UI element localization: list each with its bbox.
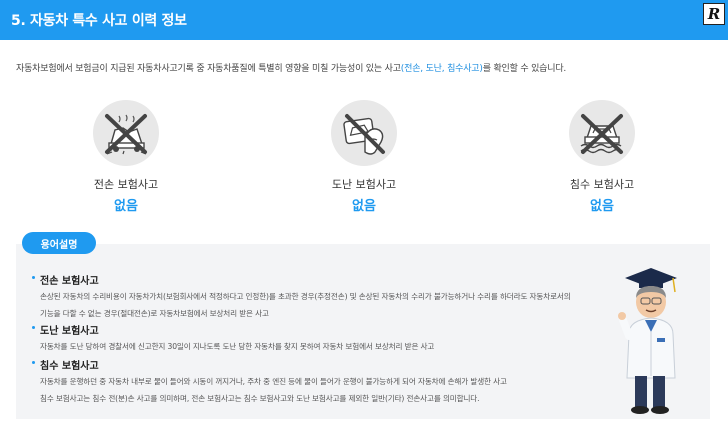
accident-name: 도난 보험사고 (331, 178, 397, 191)
term-desc-line1: 자동차를 도난 당하여 경찰서에 신고한지 30일이 지나도록 도난 당한 자동… (40, 342, 435, 351)
accident-value: 없음 (352, 199, 376, 214)
accident-name: 침수 보험사고 (569, 178, 635, 191)
accident-name: 전손 보험사고 (93, 178, 159, 191)
intro-before: 자동차보험에서 보험금이 지급된 자동차사고기록 중 자동차품질에 특별히 영향… (16, 64, 401, 74)
term-desc-line2: 기능을 다할 수 없는 경우(절대전손)로 자동차보험에서 보상처리 받은 사고 (40, 309, 269, 318)
brand-logo: R (703, 3, 725, 25)
flooded-car-icon (580, 114, 623, 154)
accident-total-loss: 전손 보험사고 없음 (41, 100, 211, 214)
accident-icon-circle (569, 100, 635, 166)
theft-hand-car-icon (343, 114, 385, 155)
intro-highlight: (전손, 도난, 침수사고) (400, 64, 483, 74)
accident-icon-circle (331, 100, 397, 166)
term-desc-line2: 침수 보험사고는 침수 전(분)손 사고를 의미하며, 전손 보험사고는 침수 … (40, 394, 480, 403)
glossary-tag: 용어설명 (22, 232, 96, 254)
intro-after: 를 확인할 수 있습니다. (482, 64, 567, 74)
term-title: 전손 보험사고 (32, 272, 571, 287)
term-desc-line1: 손상된 자동차의 수리비용이 자동차가치(보험회사에서 적정하다고 인정한)를 … (40, 292, 571, 301)
section-header: 5. 자동차 특수 사고 이력 정보 R (0, 0, 728, 40)
doctor-character-illustration (618, 268, 677, 414)
glossary-term: 침수 보험사고 자동차를 운행하던 중 자동차 내부로 물이 들어와 시동이 꺼… (32, 357, 507, 406)
accident-icon-circle (93, 100, 159, 166)
term-desc-line1: 자동차를 운행하던 중 자동차 내부로 물이 들어와 시동이 꺼지거나, 주차 … (40, 377, 507, 386)
term-title: 침수 보험사고 (32, 357, 507, 372)
accident-value: 없음 (114, 199, 138, 214)
intro-text: 자동차보험에서 보험금이 지급된 자동차사고기록 중 자동차품질에 특별히 영향… (16, 61, 566, 74)
section-title: 5. 자동차 특수 사고 이력 정보 (11, 13, 187, 29)
accident-flood: 침수 보험사고 없음 (517, 100, 687, 214)
accident-value: 없음 (590, 199, 614, 214)
term-title: 도난 보험사고 (31, 322, 434, 337)
wrecked-car-icon (105, 114, 147, 155)
glossary-term: 전손 보험사고 손상된 자동차의 수리비용이 자동차가치(보험회사에서 적정하다… (32, 272, 571, 321)
glossary-term: 도난 보험사고 자동차를 도난 당하여 경찰서에 신고한지 30일이 지나도록 … (31, 322, 435, 354)
accident-theft: 도난 보험사고 없음 (279, 100, 449, 214)
